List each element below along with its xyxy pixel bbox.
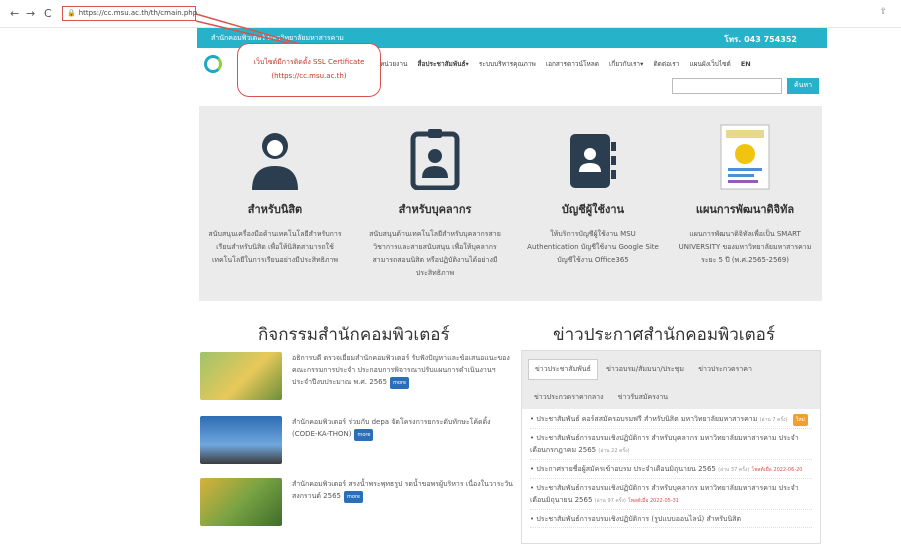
card-title: สำหรับนิสิต	[247, 203, 303, 216]
list-item[interactable]: • ประชาสัมพันธ์การอบรมเชิงปฏิบัติการ (รู…	[530, 513, 812, 528]
menu-item[interactable]: หน่วยงาน	[380, 60, 407, 68]
back-icon[interactable]: ←	[10, 7, 19, 20]
student-icon	[252, 133, 298, 190]
tab-public-relations[interactable]: ข่าวประชาสัมพันธ์	[528, 359, 598, 380]
list-item[interactable]: • ประชาสัมพันธ์การอบรมเชิงปฏิบัติการ สำห…	[530, 432, 812, 460]
menu-item-language[interactable]: EN	[741, 60, 751, 68]
site-logo-icon[interactable]	[204, 55, 222, 73]
ssl-callout: เว็บไซต์มีการติดตั้ง SSL Certificate (ht…	[237, 43, 381, 97]
more-button[interactable]: more	[390, 377, 410, 389]
news-panel: ข่าวประชาสัมพันธ์ ข่าวอบรม/สัมมนา/ประชุม…	[521, 350, 821, 544]
news-list: • ประชาสัมพันธ์ คอร์สสมัครอบรมฟรี สำหรับ…	[522, 409, 820, 535]
activity-item[interactable]: อธิการบดี ตรวจเยี่ยมสำนักคอมพิวเตอร์ รับ…	[200, 352, 510, 402]
main-menu: หน่วยงาน สื่อประชาสัมพันธ์▾ ระบบบริหารคุ…	[380, 59, 759, 69]
lock-icon: 🔒	[67, 9, 76, 17]
list-item[interactable]: • ประกาศรายชื่อผู้สมัครเข้าอบรม ประจำเดื…	[530, 463, 812, 479]
news-title: ข่าวประกาศสำนักคอมพิวเตอร์	[553, 325, 775, 345]
browser-toolbar: ← → C 🔒 https://cc.msu.ac.th/th/cmain.php…	[0, 0, 901, 28]
forward-icon[interactable]: →	[26, 7, 35, 20]
card-description: สนับสนุนเครื่องมือด้านเทคโนโลยีสำหรับการ…	[208, 230, 342, 264]
new-badge: ใหม่	[792, 414, 808, 426]
callout-line-1: เว็บไซต์มีการติดตั้ง SSL Certificate	[253, 58, 365, 66]
news-link[interactable]: ประชาสัมพันธ์การอบรมเชิงปฏิบัติการ (รูปแ…	[536, 515, 741, 523]
staff-badge-icon	[410, 129, 460, 190]
card-title: แผนการพัฒนาดิจิทัล	[695, 203, 795, 216]
menu-item[interactable]: ติดต่อเรา	[653, 60, 679, 68]
news-link[interactable]: ประชาสัมพันธ์ คอร์สสมัครอบรมฟรี สำหรับนิ…	[536, 415, 757, 423]
tab-training[interactable]: ข่าวอบรม/สัมมนา/ประชุม	[600, 360, 690, 379]
search-button[interactable]: ค้นหา	[787, 78, 819, 94]
news-tabs: ข่าวประชาสัมพันธ์ ข่าวอบรม/สัมมนา/ประชุม…	[522, 351, 820, 409]
activities-title: กิจกรรมสำนักคอมพิวเตอร์	[258, 325, 450, 345]
card-description: ให้บริการบัญชีผู้ใช้งาน MSU Authenticati…	[527, 230, 659, 264]
view-count: (อ่าน 22 ครั้ง)	[598, 448, 630, 454]
card-title: สำหรับบุคลากร	[398, 203, 472, 216]
menu-item[interactable]: เอกสารดาวน์โหลด	[546, 60, 599, 68]
address-bar[interactable]: 🔒 https://cc.msu.ac.th/th/cmain.php	[62, 6, 198, 21]
share-icon[interactable]: ⇪	[879, 7, 887, 17]
activity-item[interactable]: สำนักคอมพิวเตอร์ ร่วมกับ depa จัดโครงการ…	[200, 416, 500, 466]
search-input[interactable]	[672, 78, 782, 94]
card-staff[interactable]: สำหรับบุคลากร สนับสนุนด้านเทคโนโลยีสำหรั…	[360, 124, 510, 280]
view-count: (อ่าน 37 ครั้ง)	[718, 467, 750, 473]
callout-line-2: (https://cc.msu.ac.th)	[271, 72, 347, 80]
menu-item[interactable]: สื่อประชาสัมพันธ์▾	[418, 60, 469, 68]
phone-number: โทร. 043 754352	[724, 35, 797, 44]
card-digital-plan[interactable]: แผนการพัฒนาดิจิทัล แผนการพัฒนาดิจิทัลเพื…	[670, 124, 820, 267]
card-description: แผนการพัฒนาดิจิทัลเพื่อเป็น SMART UNIVER…	[678, 230, 812, 264]
tab-median-price[interactable]: ข่าวประกวดราคากลาง	[528, 388, 610, 407]
news-link[interactable]: ประชาสัมพันธ์การอบรมเชิงปฏิบัติการ สำหรั…	[530, 434, 799, 454]
plan-document-icon	[720, 124, 770, 190]
card-students[interactable]: สำหรับนิสิต สนับสนุนเครื่องมือด้านเทคโนโ…	[200, 124, 350, 267]
url-text: https://cc.msu.ac.th/th/cmain.php	[78, 9, 198, 17]
activity-thumbnail[interactable]	[200, 352, 282, 400]
list-item[interactable]: • ประชาสัมพันธ์ คอร์สสมัครอบรมฟรี สำหรับ…	[530, 413, 812, 429]
menu-item[interactable]: เกี่ยวกับเรา▾	[609, 60, 643, 68]
activity-thumbnail[interactable]	[200, 416, 282, 464]
view-count: (อ่าน 97 ครั้ง)	[594, 498, 626, 504]
list-item[interactable]: • ประชาสัมพันธ์การอบรมเชิงปฏิบัติการ สำห…	[530, 482, 812, 510]
card-accounts[interactable]: บัญชีผู้ใช้งาน ให้บริการบัญชีผู้ใช้งาน M…	[518, 124, 668, 267]
news-link[interactable]: ประกาศรายชื่อผู้สมัครเข้าอบรม ประจำเดือน…	[536, 465, 716, 473]
activity-text[interactable]: สำนักคอมพิวเตอร์ ร่วมกับ depa จัดโครงการ…	[292, 418, 491, 438]
menu-item[interactable]: แผนผังเว็บไซต์	[689, 60, 730, 68]
post-date: โพสต์เมื่อ 2022-06-20	[751, 467, 803, 473]
contact-card-icon	[570, 134, 616, 188]
tab-jobs[interactable]: ข่าวรับสมัครงาน	[612, 388, 674, 407]
view-count: (อ่าน 7 ครั้ง)	[759, 417, 788, 423]
activity-text[interactable]: สำนักคอมพิวเตอร์ สรงน้ำพระพุทธรูป รดน้ำข…	[292, 480, 513, 500]
activity-item[interactable]: สำนักคอมพิวเตอร์ สรงน้ำพระพุทธรูป รดน้ำข…	[200, 478, 513, 528]
card-title: บัญชีผู้ใช้งาน	[561, 203, 625, 216]
activity-thumbnail[interactable]	[200, 478, 282, 526]
more-button[interactable]: more	[344, 491, 363, 503]
reload-icon[interactable]: C	[44, 7, 52, 20]
card-description: สนับสนุนด้านเทคโนโลยีสำหรับบุคลากรสายวิช…	[369, 230, 501, 277]
tab-bidding[interactable]: ข่าวประกวดราคา	[692, 360, 758, 379]
menu-item[interactable]: ระบบบริหารคุณภาพ	[479, 60, 536, 68]
more-button[interactable]: more	[354, 429, 374, 441]
post-date: โพสต์เมื่อ 2022-05-31	[628, 498, 679, 504]
